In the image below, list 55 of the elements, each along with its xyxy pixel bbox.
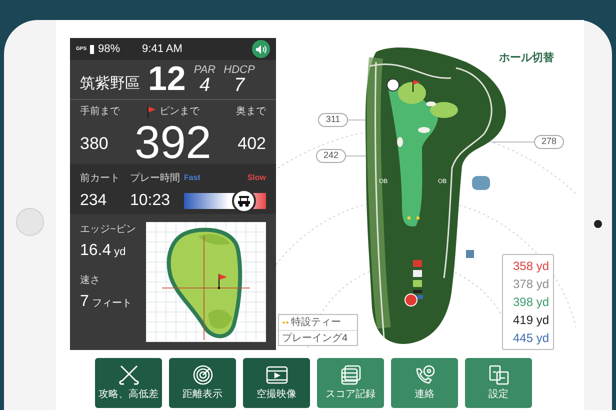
cart-label: 前カート (80, 172, 121, 186)
battery-icon (90, 44, 94, 54)
unit-label: フィート (92, 297, 132, 311)
tee-yardage: 419 yd (512, 312, 549, 329)
fast-label: Fast (184, 172, 200, 184)
hole-switch-link[interactable]: ホール切替 (499, 50, 554, 66)
slow-label: Slow (247, 172, 266, 184)
flag-icon (146, 106, 156, 118)
toolbar-button[interactable]: スコア記録 (317, 358, 384, 408)
tee-yardage: 398 yd (512, 294, 549, 311)
distance-label: ピンまで (160, 105, 200, 119)
play-time: 10:23 (130, 191, 172, 212)
toolbar-button[interactable]: 攻略、高低差 (95, 358, 162, 408)
legend-label: 特設ティー (291, 316, 341, 330)
edge-label: エッジ~ピン (80, 223, 137, 237)
tee-yardage: 378 yd (512, 276, 549, 293)
tee-yardage: 358 yd (512, 258, 549, 275)
legend-label: プレーイング4 (282, 332, 348, 346)
edge-distance: 16.4 (80, 241, 112, 261)
settings-icon (488, 364, 510, 386)
tee-dots-icon (282, 321, 289, 324)
scorecard-icon (340, 364, 362, 386)
distance-marker: 242 (316, 149, 346, 163)
distance-value: 380 (80, 133, 108, 155)
golf-cart-icon[interactable] (232, 189, 256, 214)
stat-label: PAR (194, 64, 216, 76)
unit-label: yd (114, 245, 126, 260)
stat-value: 4 (199, 76, 210, 96)
stat-label: HDCP (224, 64, 255, 76)
distance-label: 手前まで (80, 104, 120, 119)
golf-clubs-icon (116, 364, 140, 386)
target-icon (192, 364, 212, 386)
toolbar-button[interactable]: 連絡 (391, 358, 458, 408)
pin-distance: 392 (134, 119, 212, 165)
distance-label: 奥まで (236, 105, 266, 119)
hole-number: 12 (148, 62, 186, 96)
speed-label: 速さ (80, 274, 101, 288)
speaker-icon[interactable] (252, 40, 270, 58)
toolbar-button[interactable]: 設定 (465, 358, 532, 408)
play-time-label: プレー時間 (130, 172, 181, 186)
cart-distance: 234 (80, 191, 108, 212)
distance-marker: 311 (318, 113, 348, 127)
tee-yardage: 445 yd (512, 330, 549, 347)
video-icon (266, 364, 288, 386)
stat-value: 7 (234, 76, 245, 96)
clock-time: 9:41 AM (142, 42, 182, 57)
distance-value: 402 (238, 133, 266, 155)
phone-icon (414, 364, 436, 386)
course-name: 筑紫野區 (80, 74, 140, 94)
distance-marker: 278 (534, 135, 564, 149)
battery-level: 98% (98, 42, 120, 57)
toolbar-button[interactable]: 空撮映像 (243, 358, 310, 408)
putting-speed: 7 (80, 292, 89, 312)
camera-icon (594, 220, 602, 228)
toolbar-button[interactable]: 距離表示 (169, 358, 236, 408)
